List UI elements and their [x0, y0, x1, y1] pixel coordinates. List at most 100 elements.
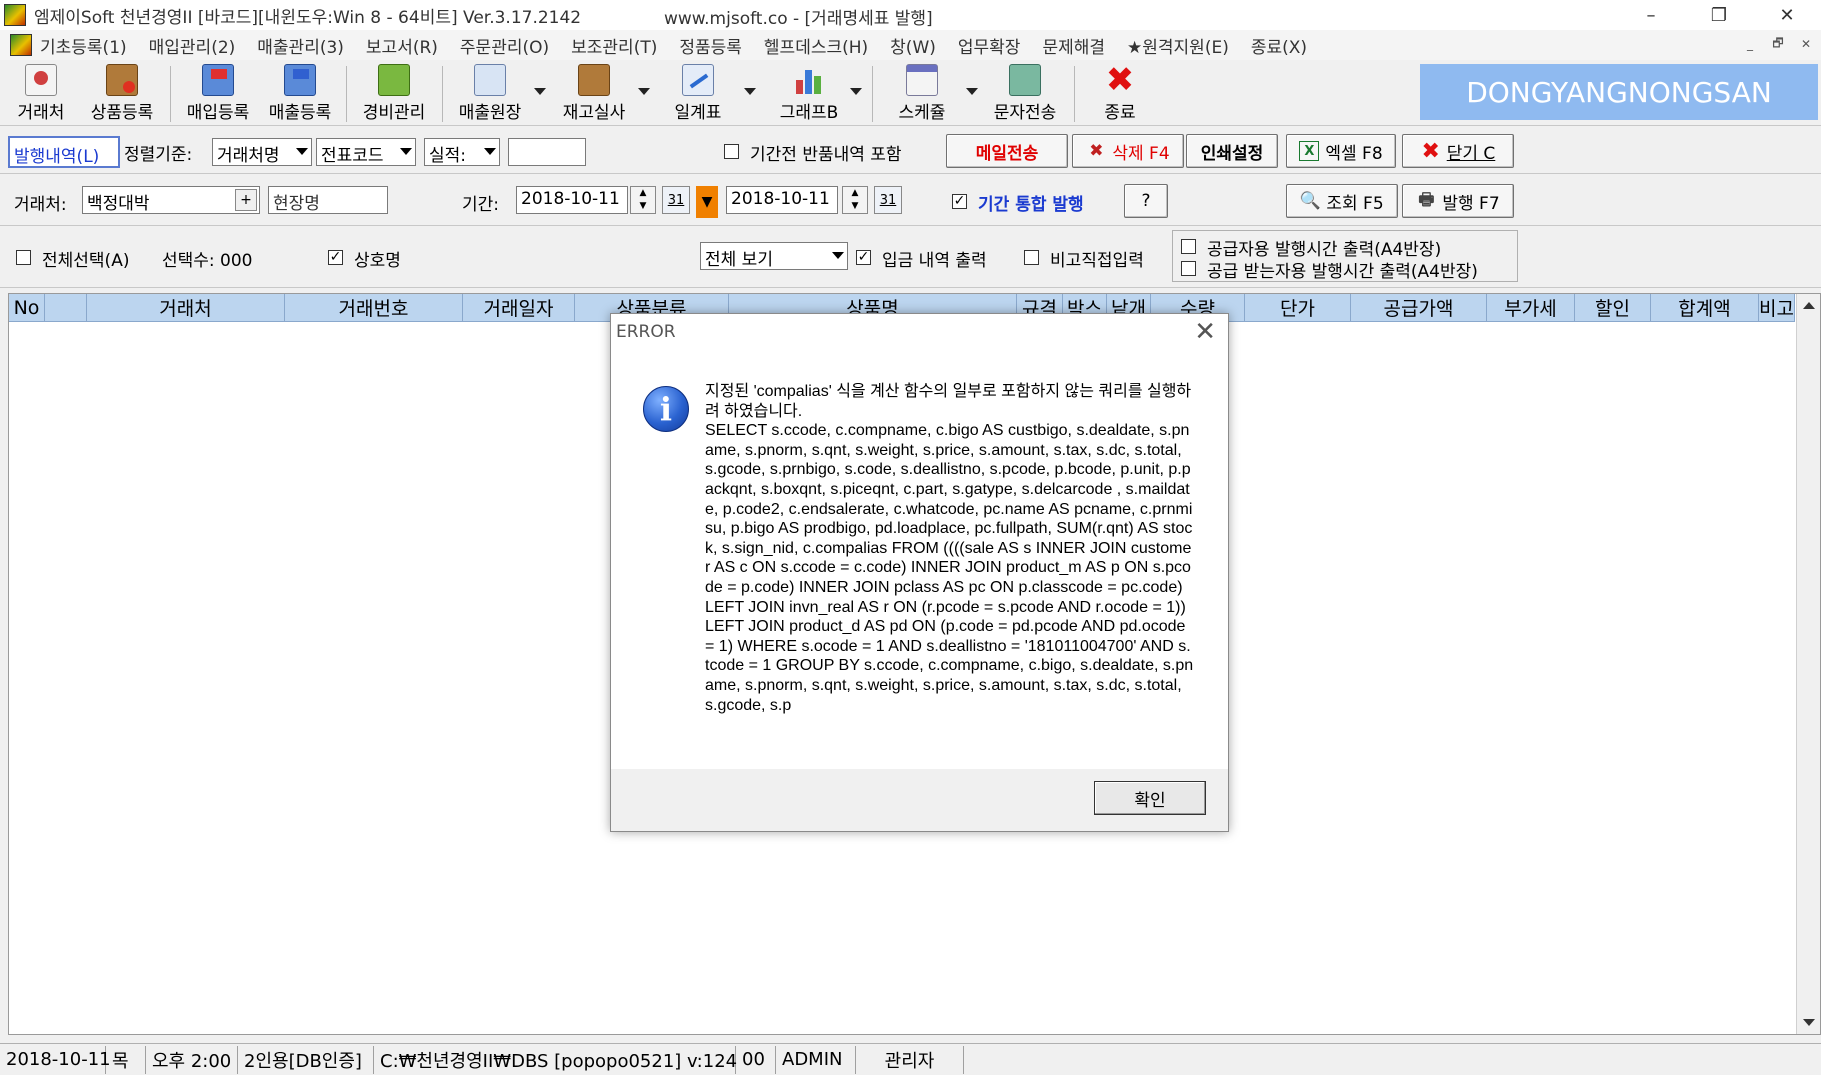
scroll-up-icon[interactable]: [1803, 302, 1815, 309]
select-count-label: 선택수: 000: [162, 251, 253, 271]
col-vat[interactable]: 부가세: [1487, 294, 1575, 322]
receiver-time-checkbox[interactable]: [1181, 261, 1196, 276]
dialog-close-icon[interactable]: ✕: [1194, 317, 1216, 347]
menu-order[interactable]: 주문관리(O): [460, 33, 549, 58]
menu-report[interactable]: 보고서(R): [366, 33, 438, 58]
graph-button[interactable]: 그래프B: [764, 62, 854, 124]
mdi-minimize-button[interactable]: _: [1739, 34, 1761, 54]
menu-helpdesk[interactable]: 헬프데스크(H): [764, 33, 868, 58]
daily-report-icon: [682, 64, 714, 96]
select-all-checkbox[interactable]: [16, 250, 31, 265]
mdi-close-button[interactable]: ✕: [1795, 34, 1817, 54]
window-subtitle: www.mjsoft.co - [거래명세표 발행]: [664, 9, 933, 29]
dialog-title: ERROR: [616, 322, 676, 342]
info-icon: i: [643, 386, 689, 432]
customer-button[interactable]: 거래처: [8, 62, 74, 124]
scroll-down-icon[interactable]: [1803, 1019, 1815, 1026]
include-returns-checkbox[interactable]: [724, 144, 739, 159]
col-deal-date[interactable]: 거래일자: [463, 294, 575, 322]
date-from-spinner[interactable]: ▲ ▼: [630, 186, 656, 214]
supplier-time-checkbox[interactable]: [1181, 239, 1196, 254]
daily-report-dropdown[interactable]: [744, 88, 756, 95]
menu-sales[interactable]: 매출관리(3): [257, 33, 344, 58]
title-bar: 엠제이Soft 천년경영II [바코드][내윈도우:Win 8 - 64비트] …: [0, 0, 1821, 30]
vertical-scrollbar[interactable]: [1796, 294, 1820, 1034]
performance-input[interactable]: [508, 138, 586, 166]
mdi-app-icon[interactable]: [10, 34, 32, 56]
calendar-icon[interactable]: 31: [874, 186, 902, 214]
date-to-input[interactable]: 2018-10-11: [726, 186, 838, 214]
purchase-register-button[interactable]: 매입등록: [180, 62, 256, 124]
sort-combo-1[interactable]: 거래처명: [212, 138, 312, 166]
help-button[interactable]: ?: [1124, 184, 1168, 218]
menu-window[interactable]: 창(W): [890, 33, 936, 58]
col-remark[interactable]: 비고: [1759, 294, 1795, 322]
col-deal-number[interactable]: 거래번호: [285, 294, 463, 322]
filter-row-3: 전체선택(A) 선택수: 000 ✓ 상호명 전체 보기 ✓ 입금 내역 출력 …: [0, 228, 1821, 288]
menu-license[interactable]: 정품등록: [679, 33, 742, 58]
payment-print-label: 입금 내역 출력: [882, 251, 987, 271]
menu-extension[interactable]: 업무확장: [958, 33, 1021, 58]
issue-history-tab[interactable]: 발행내역(L): [8, 136, 120, 168]
menu-aux[interactable]: 보조관리(T): [571, 33, 657, 58]
calendar-icon[interactable]: 31: [662, 186, 690, 214]
product-register-button[interactable]: 상품등록: [84, 62, 160, 124]
schedule-button[interactable]: 스케쥴: [884, 62, 960, 124]
menu-exit[interactable]: 종료(X): [1251, 33, 1307, 58]
ok-button[interactable]: 확인: [1094, 781, 1206, 815]
graph-dropdown[interactable]: [850, 88, 862, 95]
inventory-check-button[interactable]: 재고실사: [554, 62, 634, 124]
sales-register-button[interactable]: 매출등록: [262, 62, 338, 124]
col-customer[interactable]: 거래처: [87, 294, 285, 322]
view-combo[interactable]: 전체 보기: [700, 242, 848, 270]
date-to-spinner[interactable]: ▲ ▼: [842, 186, 868, 214]
minimize-button[interactable]: –: [1617, 0, 1685, 30]
remark-input-checkbox[interactable]: [1024, 250, 1039, 265]
inventory-check-dropdown[interactable]: [638, 88, 650, 95]
delete-button[interactable]: ✖ 삭제 F4: [1072, 134, 1184, 168]
close-button[interactable]: ✖ 닫기 C: [1402, 134, 1514, 168]
sales-ledger-button[interactable]: 매출원장: [450, 62, 530, 124]
mdi-restore-button[interactable]: 🗗: [1767, 34, 1789, 54]
print-setup-button[interactable]: 인쇄설정: [1186, 134, 1278, 168]
toolbar: 거래처 상품등록 매입등록 매출등록 경비관리 매출원장 재고실사 일계표 그래…: [0, 60, 1821, 126]
menu-remote-support[interactable]: ★원격지원(E): [1127, 33, 1229, 58]
period-label: 기간:: [462, 195, 500, 215]
issue-button[interactable]: 🖶 발행 F7: [1402, 184, 1514, 218]
site-name-input[interactable]: 현장명: [268, 186, 388, 214]
range-arrow-icon[interactable]: ▼: [696, 186, 718, 218]
menu-purchase[interactable]: 매입관리(2): [149, 33, 236, 58]
exit-button[interactable]: ✖ 종료: [1086, 62, 1154, 124]
close-window-button[interactable]: ✕: [1753, 0, 1821, 30]
schedule-dropdown[interactable]: [966, 88, 978, 95]
sort-combo-2[interactable]: 전표코드: [316, 138, 416, 166]
payment-print-checkbox[interactable]: ✓: [856, 250, 871, 265]
col-supply-amount[interactable]: 공급가액: [1351, 294, 1487, 322]
col-no[interactable]: No: [9, 294, 45, 322]
mail-send-button[interactable]: 메일전송: [946, 134, 1068, 168]
date-from-input[interactable]: 2018-10-11: [516, 186, 628, 214]
customer-lookup-icon[interactable]: +: [235, 189, 257, 211]
col-blank[interactable]: [45, 294, 87, 322]
col-discount[interactable]: 할인: [1575, 294, 1651, 322]
inventory-icon: [578, 64, 610, 96]
expense-management-button[interactable]: 경비관리: [354, 62, 434, 124]
menu-basic-register[interactable]: 기초등록(1): [40, 33, 127, 58]
performance-combo[interactable]: 실적:: [424, 138, 500, 166]
excel-button[interactable]: X 엑셀 F8: [1286, 134, 1396, 168]
daily-report-button[interactable]: 일계표: [658, 62, 738, 124]
search-button[interactable]: 🔍 조회 F5: [1286, 184, 1398, 218]
sms-send-button[interactable]: 문자전송: [984, 62, 1066, 124]
money-icon: [378, 64, 410, 96]
customer-input[interactable]: 백정대박 +: [82, 186, 260, 214]
sales-icon: [284, 64, 316, 96]
col-unit-price[interactable]: 단가: [1245, 294, 1351, 322]
col-total[interactable]: 합계액: [1651, 294, 1759, 322]
menu-troubleshoot[interactable]: 문제해결: [1042, 33, 1105, 58]
maximize-button[interactable]: ❐: [1685, 0, 1753, 30]
error-dialog: ERROR ✕ i 지정된 'compalias' 식을 계산 함수의 일부로 …: [610, 313, 1229, 832]
sales-ledger-dropdown[interactable]: [534, 88, 546, 95]
purchase-icon: [202, 64, 234, 96]
company-name-checkbox[interactable]: ✓: [328, 250, 343, 265]
combined-issue-checkbox[interactable]: ✓: [952, 194, 967, 209]
